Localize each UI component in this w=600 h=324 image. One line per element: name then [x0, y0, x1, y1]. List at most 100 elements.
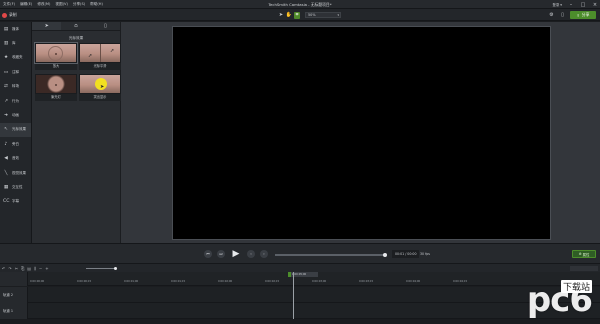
- gear-icon: ⚙: [578, 252, 582, 256]
- tab-cursor[interactable]: ➤: [32, 22, 62, 30]
- ruler-tick-label: 0:00:04;00: [406, 280, 421, 283]
- properties-button[interactable]: ⚙ 属性: [572, 250, 596, 258]
- cut-icon[interactable]: ✂: [15, 266, 18, 271]
- sidebar-item[interactable]: ▭ 注释: [0, 65, 31, 79]
- effect-magnify[interactable]: 放大: [34, 42, 78, 70]
- menu-edit[interactable]: 编辑(E): [20, 0, 32, 9]
- sidebar-item[interactable]: ↗ 行为: [0, 94, 31, 108]
- sidebar-item[interactable]: ★ 收藏夹: [0, 51, 31, 65]
- crop-tool-icon[interactable]: ⌗: [294, 11, 300, 19]
- menu-help[interactable]: 帮助(H): [90, 0, 103, 9]
- effect-spotlight[interactable]: 聚光灯: [35, 74, 77, 101]
- ruler-tick-label: 0:00:04;15: [453, 280, 468, 283]
- zoom-in-icon[interactable]: +: [45, 266, 48, 271]
- pan-tool-icon[interactable]: ✋: [286, 12, 292, 19]
- minimize-icon[interactable]: –: [568, 2, 574, 8]
- sidebar-item-icon: ➜: [4, 113, 8, 119]
- ruler-tick-label: 0:00:00;00: [30, 280, 45, 283]
- effect-label: 聚光灯: [35, 94, 77, 101]
- menu-file[interactable]: 文件(F): [3, 0, 15, 9]
- zoom-slider-knob[interactable]: [114, 266, 117, 270]
- fps-readout: 30 fps: [420, 252, 430, 256]
- menu-view[interactable]: 视图(V): [55, 0, 67, 9]
- sign-in-menu[interactable]: 登录 ▾: [552, 2, 562, 7]
- redo-icon[interactable]: ↷: [8, 266, 11, 271]
- sidebar-item[interactable]: ⇄ 转场: [0, 80, 31, 94]
- playhead-line[interactable]: [293, 272, 294, 319]
- sidebar-item-label: 视觉效果: [12, 170, 26, 175]
- timeline-scrollbar[interactable]: [570, 266, 598, 271]
- split-icon[interactable]: ⫼: [34, 266, 36, 271]
- share-button[interactable]: ⇪ 分享: [570, 11, 596, 19]
- track-row[interactable]: 轨道 1: [0, 303, 600, 319]
- next-frame-icon[interactable]: ›: [260, 250, 268, 258]
- track-label: 轨道 1: [0, 303, 28, 319]
- sidebar-item[interactable]: ♪ 旁白: [0, 137, 31, 151]
- record-button[interactable]: 录制: [2, 11, 17, 19]
- sidebar-item[interactable]: ◀ 音效: [0, 152, 31, 166]
- effect-cursor-smoothing[interactable]: ➚ ➚ 光标平滑: [79, 43, 121, 70]
- maximize-icon[interactable]: □: [580, 2, 586, 8]
- ruler-tick-label: 0:00:01;15: [171, 280, 186, 283]
- sidebar-item-icon: ▤: [3, 26, 9, 32]
- step-forward-icon[interactable]: ⏭: [217, 250, 225, 258]
- sidebar-item-label: 收藏夹: [12, 55, 23, 60]
- title-bar: 文件(F) 编辑(E) 修改(M) 视图(V) 分享(S) 帮助(H) Tech…: [0, 0, 600, 9]
- sidebar-item[interactable]: ➜ 动画: [0, 108, 31, 122]
- menu-modify[interactable]: 修改(M): [37, 0, 50, 9]
- copy-icon[interactable]: ⎘: [21, 266, 24, 271]
- undo-icon[interactable]: ↶: [2, 266, 5, 271]
- sidebar-item[interactable]: CC 字幕: [0, 195, 31, 209]
- sidebar-item[interactable]: ▦ 交互性: [0, 180, 31, 194]
- ruler-corner: [0, 272, 28, 286]
- effect-thumbnail: ➚ ➚: [79, 43, 121, 63]
- properties-label: 属性: [582, 252, 590, 257]
- track-row[interactable]: 轨道 2: [0, 287, 600, 303]
- playback-scrubber[interactable]: [275, 252, 387, 257]
- effect-thumbnail: [35, 74, 77, 94]
- sidebar-item-icon: ╲: [4, 170, 8, 176]
- gear-icon[interactable]: ⚙: [548, 12, 555, 19]
- zoom-out-icon[interactable]: −: [39, 266, 42, 271]
- sidebar-item-icon: ◀: [4, 156, 8, 162]
- zoom-value: 50%: [308, 13, 316, 17]
- sidebar-item[interactable]: ╲ 视觉效果: [0, 166, 31, 180]
- step-back-icon[interactable]: ⏮: [204, 250, 212, 258]
- pointer-tool-icon[interactable]: ➤: [278, 12, 284, 19]
- sidebar-item-label: 媒体: [12, 26, 19, 31]
- effect-thumbnail: ➤: [79, 74, 121, 94]
- sidebar-item-label: 动画: [12, 113, 19, 118]
- panel-tabs: ➤ ⍝ ▯: [32, 22, 120, 31]
- zoom-select[interactable]: 50% ▾: [305, 12, 341, 18]
- tab-left-click[interactable]: ⍝: [61, 22, 90, 30]
- sidebar-item[interactable]: ↖ 光标效果: [0, 122, 31, 138]
- preview-canvas[interactable]: [172, 26, 551, 240]
- tab-right-click[interactable]: ▯: [91, 22, 120, 30]
- sidebar-item[interactable]: ▥ 库: [0, 36, 31, 50]
- ruler-tick-label: 0:00:03;00: [312, 280, 327, 283]
- playback-bar: ⏮ ⏭ ▶ ‹ › 00:01 / 00:00 30 fps ⚙ 属性: [0, 243, 600, 263]
- left-click-icon: ⍝: [74, 23, 78, 29]
- play-icon[interactable]: ▶: [230, 248, 242, 260]
- prev-frame-icon[interactable]: ‹: [247, 250, 255, 258]
- device-icon[interactable]: ▯: [559, 12, 566, 19]
- effect-label: 光标平滑: [79, 63, 121, 70]
- main-toolbar: 录制 ➤ ✋ ⌗ 50% ▾ ⚙ ▯ ⇪ 分享: [0, 9, 600, 21]
- sidebar-item-icon: ★: [3, 55, 9, 61]
- sidebar-item-label: 注释: [12, 69, 19, 74]
- close-icon[interactable]: ×: [592, 2, 598, 8]
- sidebar-item-label: 转场: [12, 84, 19, 89]
- sidebar-item-label: 字幕: [12, 199, 19, 204]
- effect-highlight[interactable]: ➤ 突出显示: [79, 74, 121, 101]
- sidebar-item[interactable]: ▤ 媒体: [0, 22, 31, 36]
- left-sidebar: ▤ 媒体 ▥ 库 ★ 收藏夹 ▭ 注释 ⇄ 转场 ↗ 行为 ➜ 动画 ↖ 光标效果 ♪ 旁白 ◀ 音效 ╲ 视觉效果 ▦ 交互…: [0, 22, 32, 243]
- pc6-watermark: pc6 下载站: [527, 280, 593, 320]
- cursor-effects-panel: ➤ ⍝ ▯ 光标效果 放大 ➚ ➚ 光标平滑 聚光灯 ➤ 突出显示: [32, 22, 121, 243]
- ruler-tick-label: 0:00:01;00: [124, 280, 139, 283]
- record-label: 录制: [9, 12, 17, 17]
- paste-icon[interactable]: ▤: [27, 266, 31, 271]
- timeline-zoom-slider[interactable]: [86, 266, 117, 270]
- menu-share[interactable]: 分享(S): [73, 0, 85, 9]
- timeline-ruler[interactable]: 0:00:05;00 0:00:00;00 0:00:00;15 0:00:01;0…: [0, 272, 600, 286]
- scrubber-knob[interactable]: [383, 252, 387, 257]
